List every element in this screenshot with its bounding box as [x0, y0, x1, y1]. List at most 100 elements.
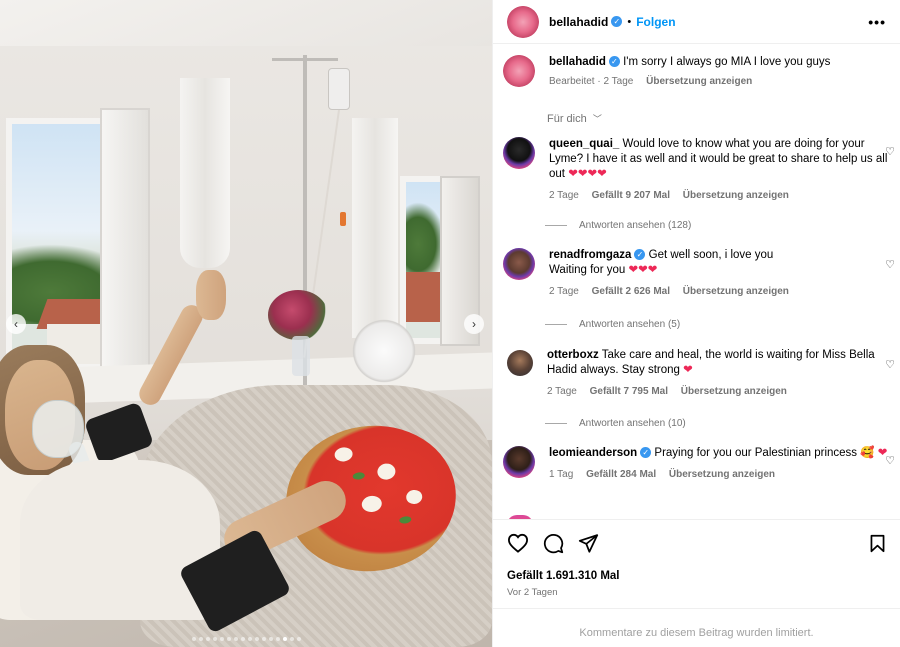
carousel-indicator: [0, 637, 492, 641]
comment-translate-link[interactable]: Übersetzung anzeigen: [681, 386, 787, 397]
comment-item: leomieanderson ✓ Praying for you our Pale…: [493, 446, 900, 482]
caption-translate-link[interactable]: Übersetzung anzeigen: [646, 76, 752, 87]
comment-username[interactable]: renadfromgaza: [549, 249, 631, 261]
separator-dot: •: [627, 15, 632, 28]
view-replies-button[interactable]: Antworten ansehen (5): [545, 319, 680, 330]
author-avatar[interactable]: [507, 5, 539, 38]
view-replies-button[interactable]: Antworten ansehen (10): [545, 418, 686, 429]
comment-emoji: 🥰: [860, 447, 875, 459]
photo-iv-hook: [272, 58, 338, 61]
carousel-dot: [268, 637, 273, 641]
photo-ceiling: [0, 0, 492, 46]
caption-username[interactable]: bellahadid: [549, 56, 606, 68]
comment-item: renadfromgaza ✓ Get well soon, i love you…: [493, 248, 900, 299]
photo-window-frame-left: [100, 108, 150, 370]
comment-likes[interactable]: Gefällt 2 626 Mal: [592, 286, 670, 297]
view-replies-button[interactable]: Antworten ansehen (128): [545, 220, 691, 231]
carousel-dot: [233, 637, 238, 641]
comment-age: 2 Tage: [547, 386, 577, 397]
comment-text-line2: Waiting for you: [549, 264, 626, 276]
carousel-dot: [212, 637, 217, 641]
post-photo[interactable]: ‹ ›: [0, 0, 492, 647]
caption-age: 2 Tage: [603, 76, 634, 87]
bookmark-icon[interactable]: [869, 534, 886, 553]
comment-icon[interactable]: [543, 533, 564, 554]
carousel-dot: [261, 637, 266, 641]
comment-text: Praying for you our Palestinian princess: [654, 447, 858, 459]
comment-likes[interactable]: Gefällt 9 207 Mal: [592, 190, 670, 201]
photo-flowers: [268, 290, 328, 340]
heart-icon[interactable]: ♡: [885, 454, 895, 467]
plush-dot: [360, 494, 383, 514]
carousel-dot: [198, 637, 203, 641]
carousel-dot: [282, 637, 287, 641]
commenter-avatar[interactable]: [503, 248, 535, 280]
comment-username[interactable]: leomieanderson: [549, 447, 637, 459]
comment-item: queen_quai_ Would love to know what you …: [493, 137, 900, 203]
caption: bellahadid ✓ I'm sorry I always go MIA I …: [493, 55, 900, 89]
verified-badge-icon: ✓: [640, 447, 652, 458]
photo-vase: [292, 336, 310, 376]
author-username[interactable]: bellahadid: [549, 15, 608, 29]
heart-icon[interactable]: ♡: [885, 258, 895, 271]
commenter-avatar[interactable]: [507, 350, 533, 376]
carousel-dot: [289, 637, 294, 641]
comment-likes[interactable]: Gefällt 7 795 Mal: [590, 386, 668, 397]
comment-username[interactable]: otterboxz: [547, 349, 599, 361]
like-count[interactable]: Gefällt 1.691.310 Mal: [507, 570, 886, 582]
comment-item: otterboxz Take care and heal, the world …: [493, 348, 900, 399]
photo-person-hand-peace: [196, 270, 226, 320]
replies-label: Antworten ansehen (10): [579, 418, 686, 429]
photo-iv-bag: [328, 68, 350, 110]
follow-button[interactable]: Folgen: [636, 15, 675, 29]
comment-likes[interactable]: Gefällt 284 Mal: [586, 469, 656, 480]
comments-list: bellahadid ✓ I'm sorry I always go MIA I …: [493, 45, 900, 519]
replies-label: Antworten ansehen (5): [579, 319, 681, 330]
heart-icon[interactable]: ♡: [885, 358, 895, 371]
carousel-prev-button[interactable]: ‹: [6, 314, 26, 334]
comment-emoji: ❤: [683, 364, 693, 376]
plush-dot: [376, 462, 397, 481]
sort-dropdown[interactable]: Für dich ﹀: [547, 112, 602, 125]
carousel-dot: [296, 637, 301, 641]
comments-limited-notice: Kommentare zu diesem Beitrag wurden limi…: [493, 608, 900, 639]
post-modal: ‹ › bellahadid ✓ • Folgen ••• bellahadid…: [0, 0, 900, 647]
carousel-dot: [219, 637, 224, 641]
more-options-icon[interactable]: •••: [868, 14, 886, 30]
photo-curtain-left: [180, 78, 230, 268]
carousel-dot: [254, 637, 259, 641]
plush-leaf: [398, 515, 412, 525]
share-icon[interactable]: [578, 533, 599, 553]
comment-translate-link[interactable]: Übersetzung anzeigen: [669, 469, 775, 480]
plush-dot: [405, 488, 424, 506]
plush-dot: [333, 446, 354, 463]
chevron-down-icon: ﹀: [592, 114, 602, 124]
comment-translate-link[interactable]: Übersetzung anzeigen: [683, 286, 789, 297]
photo-person-body: [20, 460, 220, 620]
verified-badge-icon: ✓: [634, 249, 646, 260]
author-avatar[interactable]: [503, 55, 535, 87]
comment-age: 2 Tage: [549, 286, 579, 297]
photo-iv-clamp: [340, 212, 346, 226]
post-sidebar: bellahadid ✓ • Folgen ••• bellahadid ✓ I'…: [492, 0, 900, 647]
comment-username[interactable]: queen_quai_: [549, 138, 619, 150]
post-timestamp[interactable]: Vor 2 Tagen: [507, 587, 886, 598]
heart-icon[interactable]: [507, 533, 529, 553]
photo-fan: [348, 315, 420, 387]
verified-badge-icon: ✓: [608, 56, 620, 67]
carousel-dot: [240, 637, 245, 641]
comment-translate-link[interactable]: Übersetzung anzeigen: [683, 190, 789, 201]
photo-curtain-right: [352, 118, 398, 338]
caption-text: I'm sorry I always go MIA I love you guy…: [623, 56, 831, 68]
plush-leaf: [352, 471, 366, 481]
carousel-dot: [247, 637, 252, 641]
caption-edited: Bearbeitet: [549, 76, 595, 87]
commenter-avatar[interactable]: [503, 137, 535, 169]
commenter-avatar[interactable]: [503, 446, 535, 478]
heart-icon[interactable]: ♡: [885, 145, 895, 158]
comment-emoji: ❤❤❤: [628, 264, 658, 276]
comment-text: Get well soon, i love you: [648, 249, 774, 261]
carousel-dot: [275, 637, 280, 641]
carousel-next-button[interactable]: ›: [464, 314, 484, 334]
sort-label: Für dich: [547, 113, 587, 125]
